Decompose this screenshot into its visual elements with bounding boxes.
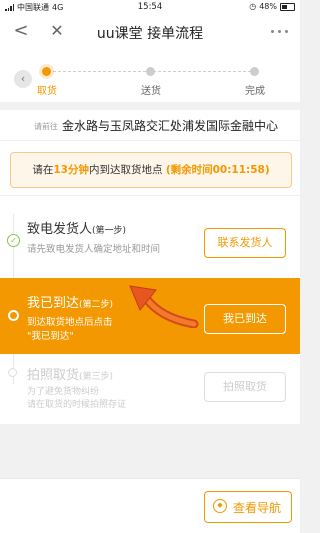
steps-list: ✓ 致电发货人(第一步) 请先致电发货人确定地址和时间 联系发货人 我已到达(第… xyxy=(0,196,300,424)
nav-bar: < ✕ uu课堂 接单流程 xyxy=(0,14,300,50)
step-title-text: 拍照取货 xyxy=(27,368,80,383)
address-prefix: 请前往 xyxy=(34,122,58,131)
step-call-sender: ✓ 致电发货人(第一步) 请先致电发货人确定地址和时间 联系发货人 xyxy=(0,196,300,276)
step-label-deliver: 送货 xyxy=(141,86,161,97)
step-desc-line: 为了避免货物纠纷 xyxy=(27,387,100,397)
step-tag: (第三步) xyxy=(79,372,114,382)
pickup-address: 请前往 金水路与玉凤路交汇处浦发国际金融中心 xyxy=(0,110,300,140)
bottom-bar: ◆ 查看导航 xyxy=(0,478,300,533)
step-title-text: 我已到达 xyxy=(27,296,80,311)
step-title: 我已到达(第二步) xyxy=(27,292,113,311)
step-desc-line: 到达取货地点后点击 xyxy=(27,317,113,328)
view-navigation-button[interactable]: ◆ 查看导航 xyxy=(204,491,292,523)
step-tag: (第二步) xyxy=(79,300,114,310)
battery-label: 48% xyxy=(259,2,277,11)
contact-sender-button[interactable]: 联系发货人 xyxy=(204,228,286,258)
arrived-button[interactable]: 我已到达 xyxy=(204,304,286,334)
timer-box: 请在13分钟内到达取货地点 (剩余时间00:11:58) xyxy=(10,152,292,188)
step-dot-done xyxy=(250,67,259,76)
step-tag: (第一步) xyxy=(92,226,127,236)
step-desc: 到达取货地点后点击 "我已到达" xyxy=(27,316,113,344)
status-bar: 中国联通 4G 15:54 ◷ 48% xyxy=(0,0,300,14)
timer-card: 请在13分钟内到达取货地点 (剩余时间00:11:58) xyxy=(0,141,300,195)
photo-pickup-button[interactable]: 拍照取货 xyxy=(204,372,286,402)
view-navigation-label: 查看导航 xyxy=(233,501,282,515)
timer-minutes: 13分钟 xyxy=(53,164,89,176)
page-title: uu课堂 接单流程 xyxy=(96,26,204,42)
timer-pre: 请在 xyxy=(32,164,54,176)
step-ring-icon xyxy=(8,368,17,377)
step-desc: 为了避免货物纠纷 请在取货的时候拍照存证 xyxy=(27,386,126,412)
curved-arrow-icon xyxy=(129,285,199,328)
progress-stepper: ‹ 取货 送货 完成 xyxy=(0,50,300,102)
address-text: 金水路与玉凤路交汇处浦发国际金融中心 xyxy=(62,119,279,133)
step-title-text: 致电发货人 xyxy=(27,222,93,237)
step-label-pickup: 取货 xyxy=(37,86,57,97)
step-dot-deliver xyxy=(146,67,155,76)
step-title: 拍照取货(第三步) xyxy=(27,364,113,383)
alarm-icon: ◷ xyxy=(249,2,257,11)
more-icon[interactable] xyxy=(268,20,292,42)
step-desc-line: 请在取货的时候拍照存证 xyxy=(27,400,127,410)
timer-mid: 内到达取货地点 xyxy=(88,164,163,176)
step-title: 致电发货人(第一步) xyxy=(27,218,126,237)
status-right: ◷ 48% xyxy=(249,2,295,11)
timer-remaining: (剩余时间00:11:58) xyxy=(165,164,270,176)
step-desc: 请先致电发货人确定地址和时间 xyxy=(27,244,161,255)
battery-icon xyxy=(280,2,295,11)
step-photo-pickup: 拍照取货(第三步) 为了避免货物纠纷 请在取货的时候拍照存证 拍照取货 xyxy=(0,356,300,424)
check-icon: ✓ xyxy=(7,234,20,247)
compass-icon: ◆ xyxy=(213,499,227,513)
step-desc-line: "我已到达" xyxy=(27,331,74,342)
step-dot-pickup xyxy=(42,67,51,76)
step-ring-icon xyxy=(8,310,19,321)
step-label-done: 完成 xyxy=(245,86,265,97)
